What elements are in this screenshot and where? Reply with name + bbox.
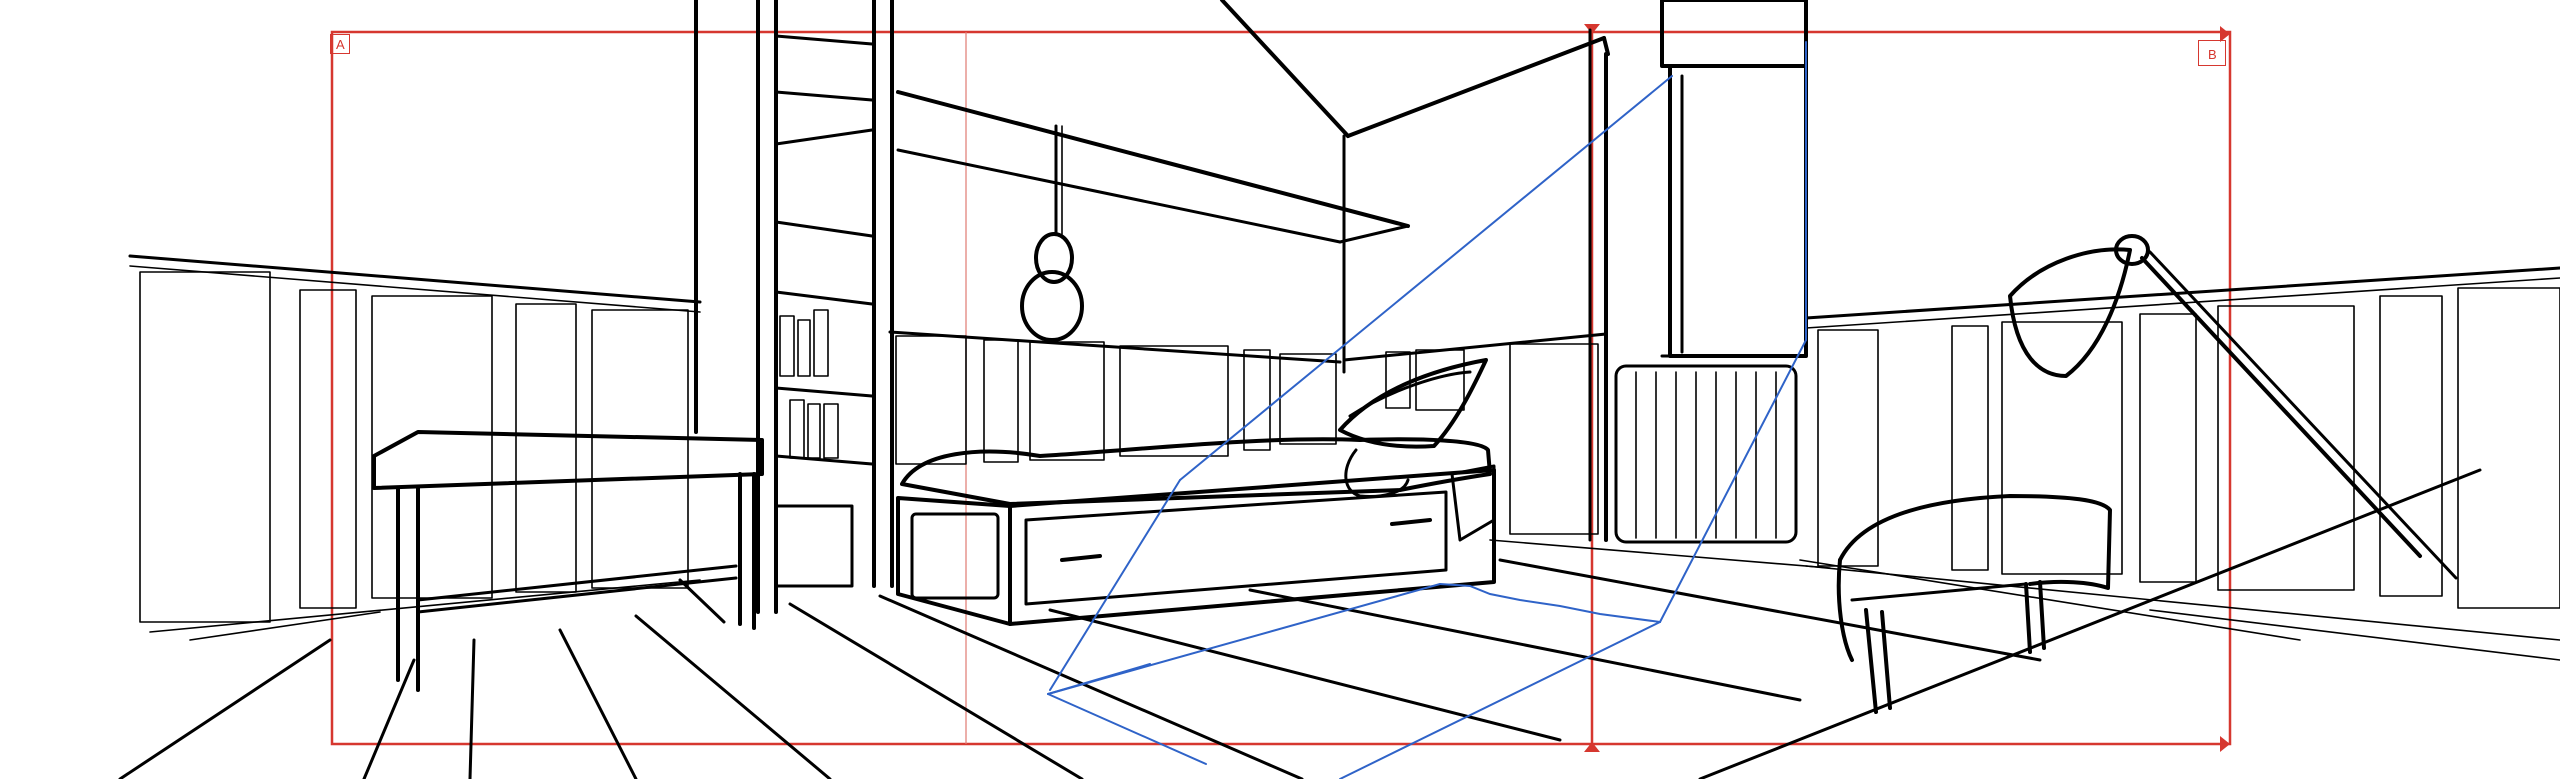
panel-right-4 bbox=[2139, 313, 2197, 583]
floor-wall-back bbox=[1489, 539, 1831, 569]
desk bbox=[372, 430, 764, 692]
floorboard-8 bbox=[1048, 608, 1562, 742]
shelf-beam-top bbox=[896, 90, 1410, 228]
floor-lamp bbox=[2008, 234, 2458, 580]
floor bbox=[118, 468, 2560, 779]
bed-end-panel bbox=[910, 512, 1000, 600]
shelf-board-4 bbox=[774, 220, 874, 238]
panel-back-small bbox=[1385, 351, 1411, 409]
drawer-handle-2 bbox=[1390, 518, 1432, 526]
sketch-canvas: A B bbox=[0, 0, 2560, 779]
frame-arrow-right-top bbox=[2220, 26, 2230, 42]
wainscot-right bbox=[1804, 266, 2560, 641]
book-6 bbox=[823, 403, 839, 459]
floorboard-2 bbox=[362, 658, 416, 779]
floorboard-12 bbox=[2149, 609, 2560, 661]
panel-right-2 bbox=[1951, 325, 1989, 571]
panel-right-7 bbox=[2457, 287, 2560, 609]
wainscot-rail-left bbox=[128, 254, 702, 304]
window-frame bbox=[1668, 64, 1808, 358]
blue-floor-trace bbox=[1439, 583, 1661, 623]
shelf-board-5 bbox=[774, 290, 874, 306]
wainscot-left bbox=[128, 254, 702, 633]
panel-back-4 bbox=[1119, 345, 1229, 457]
room-sketch bbox=[118, 0, 2560, 779]
frame-marker-a: A bbox=[336, 37, 345, 52]
chair-leg-front bbox=[1864, 608, 1878, 714]
floorboard-6 bbox=[788, 602, 1084, 779]
shelf-base bbox=[774, 504, 854, 588]
chair-front-curve bbox=[1836, 558, 1854, 662]
book-2 bbox=[797, 319, 811, 377]
shelf-beam-bottom bbox=[896, 148, 1342, 244]
chair-leg-back bbox=[2024, 582, 2032, 654]
shelf-board-2 bbox=[774, 90, 874, 102]
panel-left-1 bbox=[139, 271, 271, 623]
bed-drawer bbox=[1024, 490, 1448, 606]
panel-back-small-2 bbox=[1415, 349, 1465, 411]
drawer-handle-1 bbox=[1060, 554, 1102, 562]
wainscot-rail-left-2 bbox=[129, 265, 701, 313]
book-3 bbox=[813, 309, 829, 377]
shelf-beam-end bbox=[1338, 224, 1410, 244]
floorboard-5 bbox=[634, 614, 832, 779]
panel-back-3 bbox=[1029, 341, 1105, 461]
radiator-fins bbox=[1635, 371, 1777, 539]
radiator-body bbox=[1614, 364, 1798, 544]
pendant-lamp bbox=[1020, 124, 1084, 342]
ceiling-structure bbox=[896, 0, 1610, 542]
blue-line-6 bbox=[1339, 621, 1661, 779]
ceiling-corner bbox=[1602, 36, 1610, 56]
desk-apron bbox=[372, 472, 764, 490]
panel-back-5 bbox=[1243, 349, 1271, 451]
blue-line-4 bbox=[1659, 339, 1807, 623]
panel-back-2 bbox=[983, 339, 1019, 463]
bookshelf bbox=[694, 0, 894, 614]
wainscot-base-right bbox=[1805, 565, 2560, 641]
floorboard-3 bbox=[468, 638, 476, 779]
desk-brace bbox=[678, 578, 726, 624]
panel-left-4 bbox=[515, 303, 577, 593]
panel-back-6 bbox=[1279, 353, 1337, 445]
wainscot-rail-right bbox=[1804, 266, 2560, 320]
bed-base-end bbox=[896, 496, 1012, 626]
shelf-board-6 bbox=[774, 386, 874, 398]
book-1 bbox=[779, 315, 795, 377]
frame-marker-b: B bbox=[2208, 47, 2217, 62]
shelf-board-1 bbox=[774, 34, 874, 46]
frame-arrow-right-bottom bbox=[2220, 736, 2230, 752]
panel-left-5 bbox=[591, 309, 689, 589]
book-5 bbox=[807, 403, 821, 459]
shelf-board-3 bbox=[774, 128, 874, 146]
floorboard-1 bbox=[118, 638, 332, 779]
window bbox=[1660, 0, 1808, 358]
blue-line-2 bbox=[1049, 479, 1181, 691]
panel-left-2 bbox=[299, 289, 357, 609]
radiator bbox=[1614, 364, 1798, 544]
frame-border bbox=[330, 30, 2232, 746]
chair-leg-front-2 bbox=[1880, 610, 1892, 710]
bed bbox=[896, 358, 1496, 626]
panel-back-1 bbox=[895, 335, 967, 465]
floorboard-4 bbox=[558, 628, 638, 779]
ceiling-slope-left bbox=[1220, 0, 1350, 138]
floor-diagonal bbox=[1698, 468, 2482, 779]
chair-leg-back-2 bbox=[2038, 580, 2046, 650]
panel-right-3 bbox=[2001, 321, 2123, 575]
book-4 bbox=[789, 399, 805, 459]
chair bbox=[1836, 494, 2112, 714]
wainscot-rail-back-right bbox=[1342, 332, 1608, 362]
panel-back-right bbox=[1509, 343, 1599, 535]
ceiling-slope-right bbox=[1346, 36, 1606, 138]
